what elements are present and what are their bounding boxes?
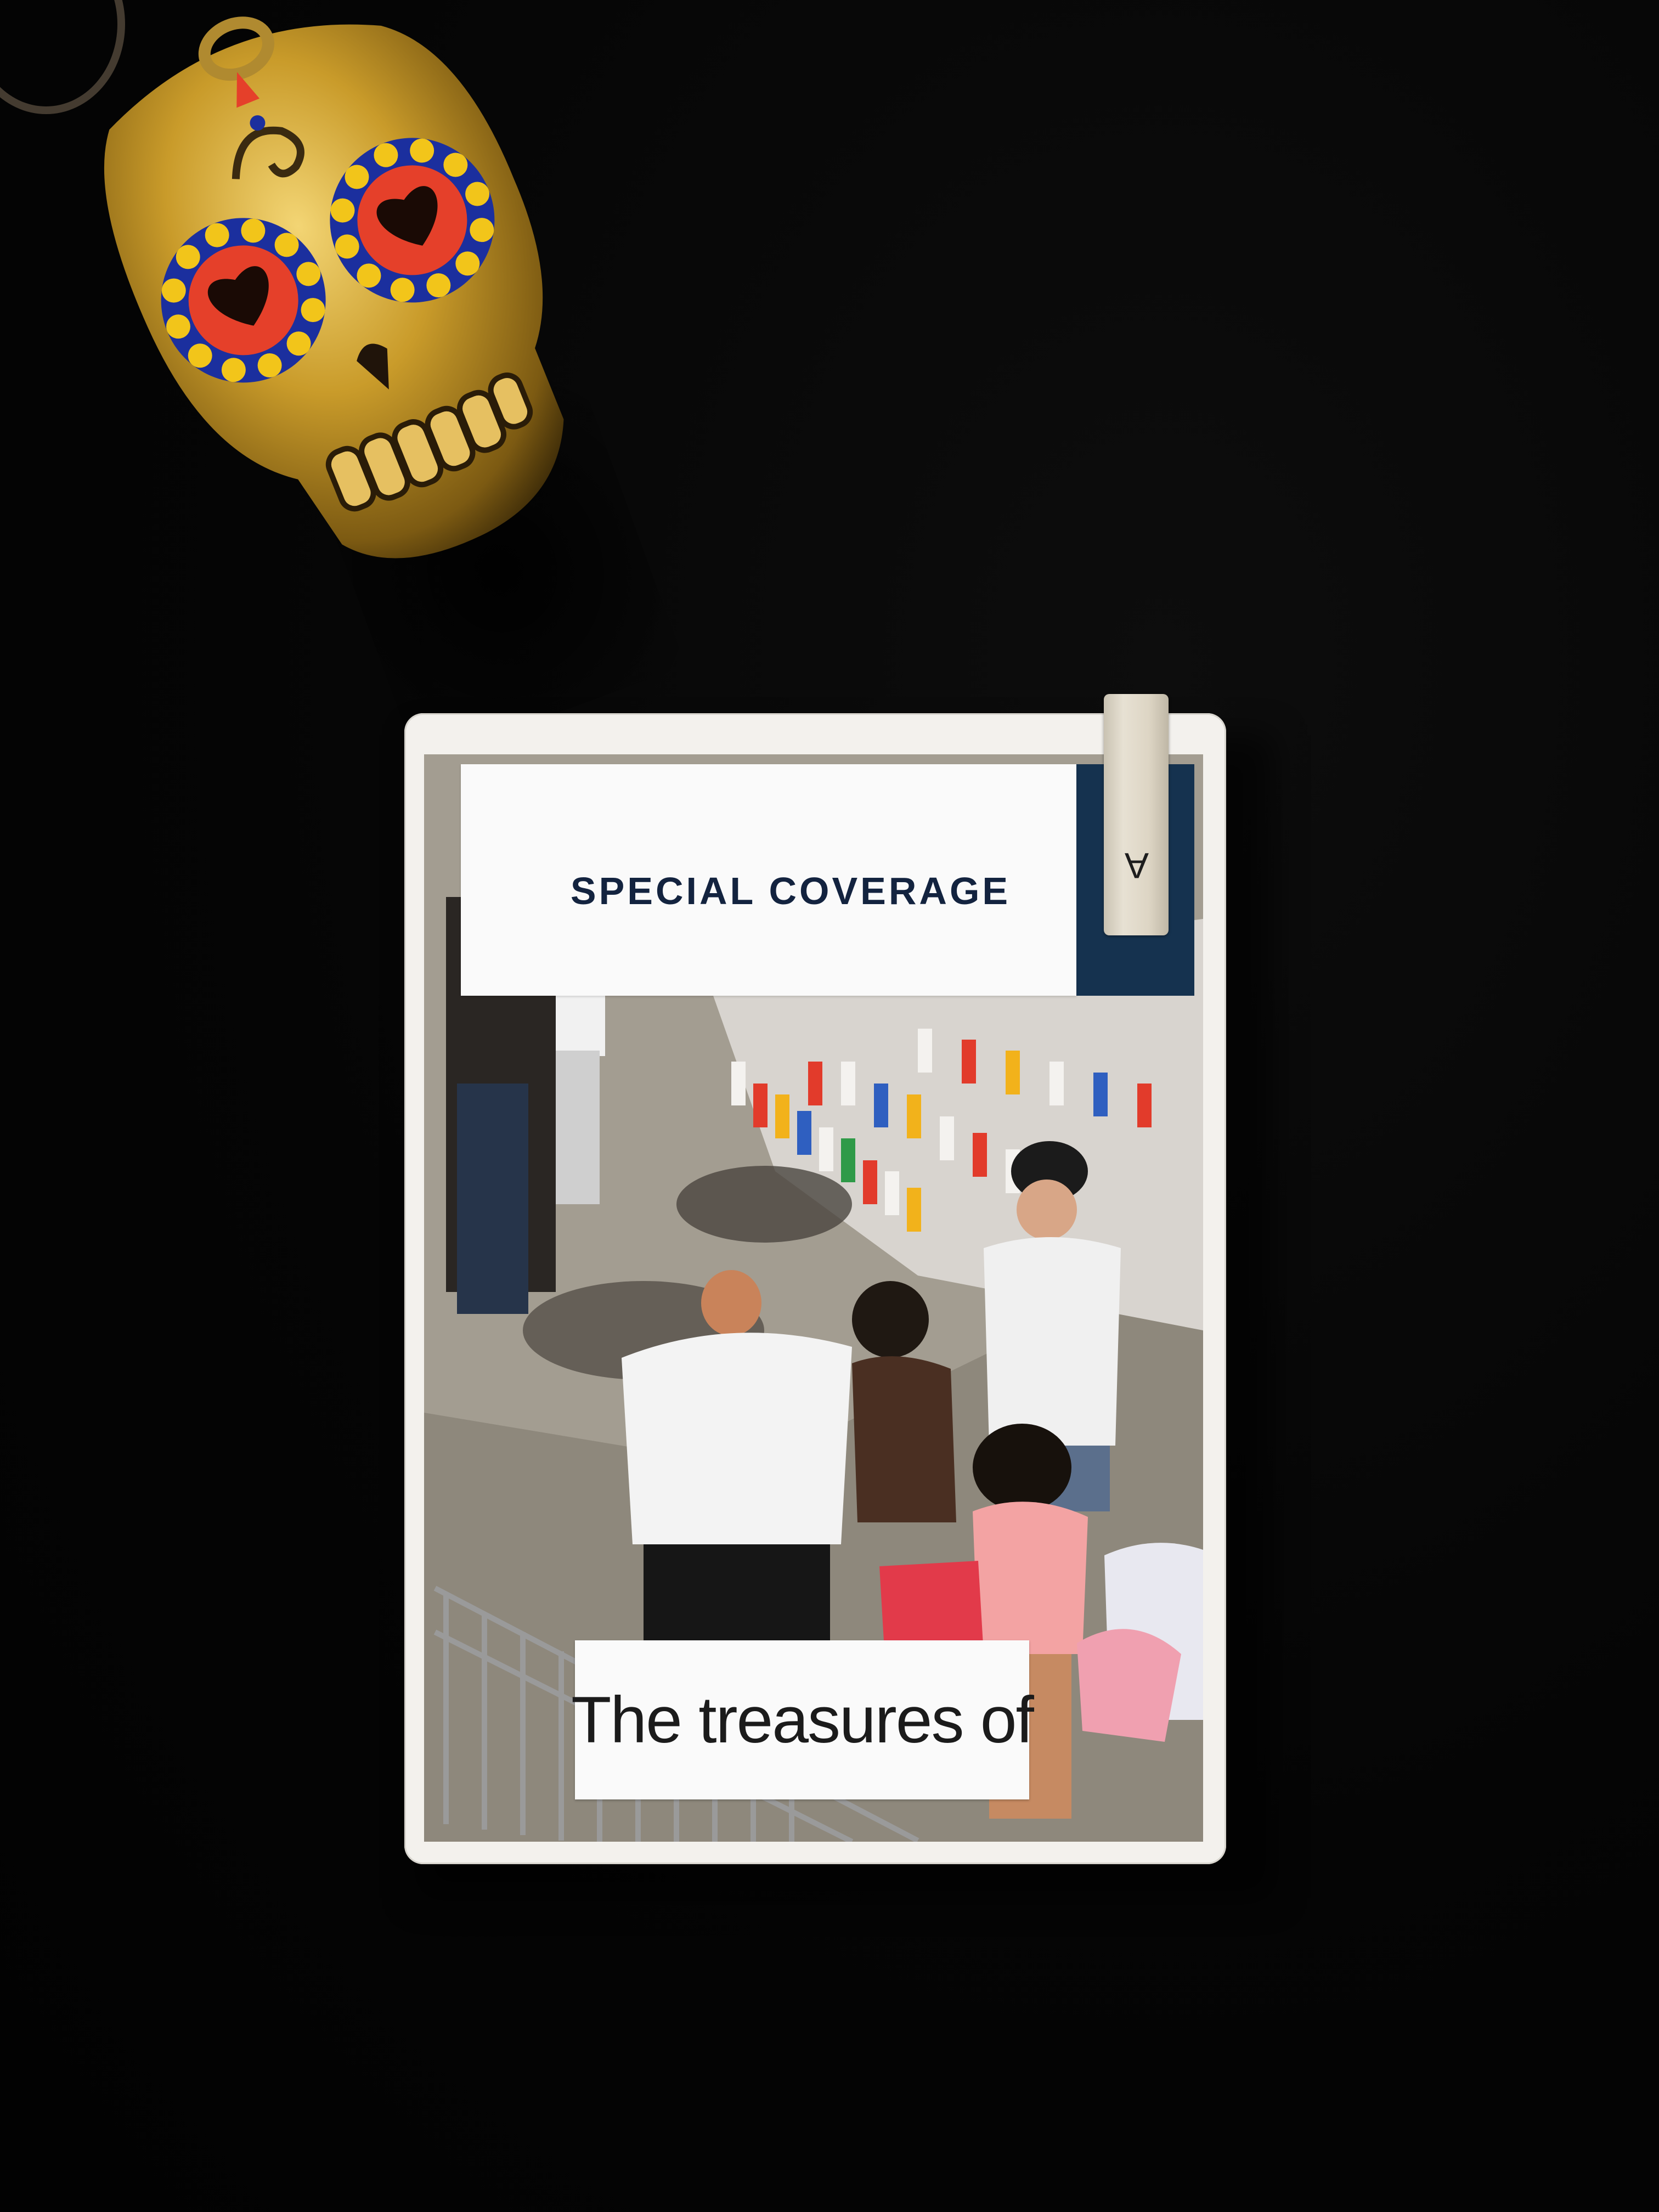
paper-tab xyxy=(1104,694,1169,935)
card-title: SPECIAL COVERAGE xyxy=(570,870,1011,912)
photo-scene: SPECIAL COVERAGE A The treasures of xyxy=(0,0,1659,2212)
caption-label: The treasures of xyxy=(571,1640,1034,1799)
sugar-skull-keychain xyxy=(104,16,564,558)
corner-letter: A xyxy=(1124,845,1149,886)
card-caption: The treasures of xyxy=(571,1683,1034,1757)
title-label: SPECIAL COVERAGE xyxy=(461,764,1076,996)
